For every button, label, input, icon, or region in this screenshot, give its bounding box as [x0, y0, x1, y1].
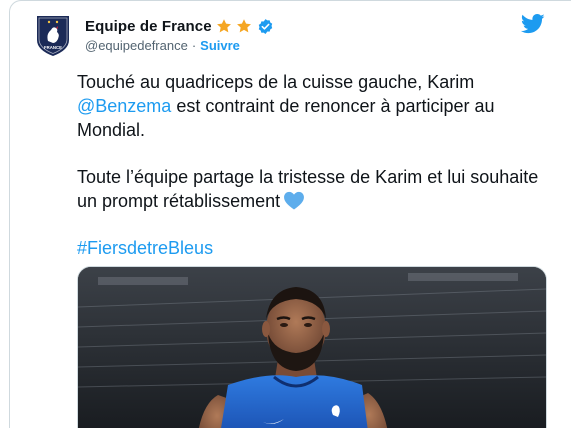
author-display-name[interactable]: Equipe de France [85, 18, 212, 35]
tweet-paragraph-2: Toute l’équipe partage la tristesse de K… [77, 165, 547, 213]
star-icon [216, 18, 232, 34]
tweet-paragraph-3: #FiersdetreBleus [77, 236, 547, 260]
text-segment: Touché au quadriceps de la cuisse gauche… [77, 72, 475, 92]
avatar-label: FRANCE [44, 45, 62, 50]
hashtag-link[interactable]: #FiersdetreBleus [77, 238, 213, 258]
tweet-paragraph-1: Touché au quadriceps de la cuisse gauche… [77, 70, 547, 142]
text-segment: Toute l’équipe partage la tristesse de K… [77, 167, 539, 211]
player-photo [78, 267, 546, 428]
author-name-row: Equipe de France [85, 15, 274, 37]
mention-link[interactable]: @Benzema [77, 96, 171, 116]
star-icon [236, 18, 252, 34]
tweet-text: Touché au quadriceps de la cuisse gauche… [77, 70, 547, 283]
blue-heart-emoji-icon [283, 191, 305, 210]
tweet-card[interactable]: FRANCE Equipe de France @equipedefrance … [9, 0, 571, 428]
author-handle[interactable]: @equipedefrance [85, 38, 188, 53]
verified-badge-icon [257, 18, 274, 35]
twitter-bird-icon[interactable] [520, 14, 545, 34]
follow-button[interactable]: Suivre [200, 38, 240, 53]
separator-dot: · [191, 38, 197, 53]
avatar[interactable]: FRANCE [33, 13, 73, 57]
tweet-media-photo[interactable] [77, 266, 547, 428]
author-handle-row: @equipedefrance · Suivre [85, 38, 240, 53]
